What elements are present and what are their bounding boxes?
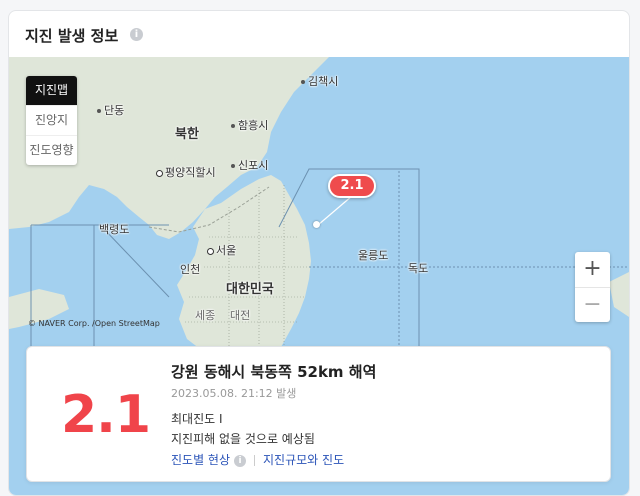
max-intensity: 최대진도 Ⅰ	[171, 412, 223, 426]
mode-earthquake-map[interactable]: 지진맵	[26, 76, 77, 105]
earthquake-info-card: 지진 발생 정보 i 북한 대한민국 평양직할시 서울 인천 백령도 단동 함흥…	[8, 10, 630, 496]
intensity-phenomena-link[interactable]: 진도별 현상	[171, 453, 230, 467]
damage-estimate: 지진피해 없을 것으로 예상됨	[171, 432, 315, 446]
epicenter-dot	[313, 221, 320, 228]
label-gimchaek: 김책시	[301, 73, 338, 89]
info-icon[interactable]: i	[130, 28, 143, 41]
quake-location: 강원 동해시 북동쪽 52km 해역	[171, 363, 377, 381]
quake-detail-box: 2.1 강원 동해시 북동쪽 52km 해역 2023.05.08. 21:12…	[26, 346, 611, 482]
label-bukhan: 북한	[175, 127, 199, 142]
map-mode-selector: 지진맵 진앙지 진도영향	[26, 76, 77, 165]
label-daehanminguk: 대한민국	[226, 282, 274, 297]
earthquake-map[interactable]: 북한 대한민국 평양직할시 서울 인천 백령도 단동 함흥시 신포시 김책시 울…	[9, 57, 629, 495]
card-title: 지진 발생 정보	[25, 27, 119, 45]
map-copyright: © NAVER Corp. /Open StreetMap	[28, 319, 160, 328]
zoom-out-button[interactable]: −	[575, 287, 610, 323]
label-baengnyeongdo: 백령도	[99, 223, 130, 236]
sea-boundary-west	[30, 224, 170, 357]
label-ulleungdo: 울릉도	[358, 249, 389, 262]
quake-links: 진도별 현상 i 지진규모와 진도	[171, 451, 344, 468]
label-dokdo: 독도	[408, 262, 429, 275]
mode-epicenter[interactable]: 진앙지	[26, 105, 77, 135]
label-sejong: 세종	[195, 309, 216, 322]
info-icon[interactable]: i	[234, 454, 247, 467]
scale-and-intensity-link[interactable]: 지진규모와 진도	[263, 453, 344, 467]
land-japan	[609, 272, 629, 317]
magnitude-marker[interactable]: 2.1	[328, 174, 376, 198]
mode-intensity-impact[interactable]: 진도영향	[26, 135, 77, 165]
card-header: 지진 발생 정보 i	[9, 11, 629, 57]
label-hamheung: 함흥시	[231, 117, 268, 133]
label-incheon: 인천	[180, 263, 201, 276]
zoom-in-button[interactable]: +	[575, 252, 610, 287]
label-pyongyang: 평양직할시	[156, 164, 216, 180]
label-dandong: 단동	[97, 102, 124, 118]
magnitude-value: 2.1	[61, 385, 151, 445]
marker-connector	[317, 195, 353, 226]
link-divider	[254, 455, 256, 466]
quake-time: 2023.05.08. 21:12 발생	[171, 387, 297, 400]
label-seoul: 서울	[207, 242, 236, 258]
label-daejeon: 대전	[230, 309, 251, 322]
zoom-control: + −	[575, 252, 610, 322]
label-sinpo: 신포시	[231, 157, 268, 173]
